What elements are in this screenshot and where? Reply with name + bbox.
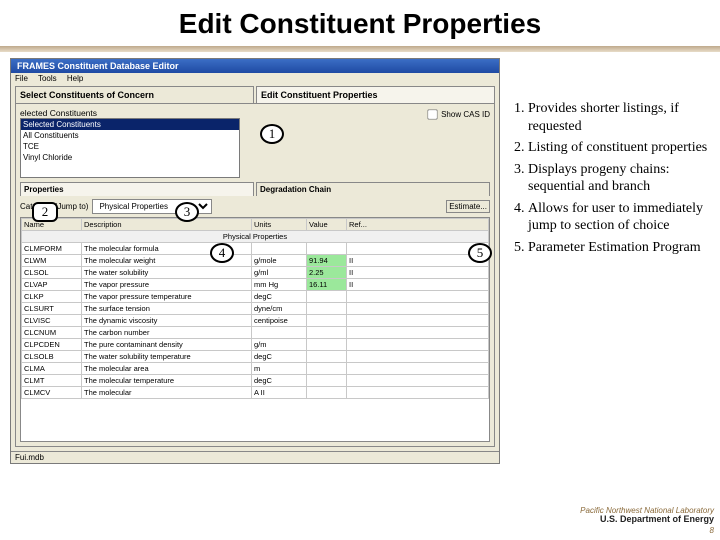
legend-item: Provides shorter listings, if requested xyxy=(528,100,713,135)
menu-help[interactable]: Help xyxy=(67,74,83,83)
col-value[interactable]: Value xyxy=(307,219,347,231)
legend: Provides shorter listings, if requested … xyxy=(508,100,713,260)
footer: Pacific Northwest National Laboratory U.… xyxy=(580,507,714,536)
table-row[interactable]: CLPCDENThe pure contaminant densityg/m xyxy=(22,339,489,351)
subtab-properties[interactable]: Properties xyxy=(20,182,254,196)
callout-4: 4 xyxy=(210,243,234,263)
table-row[interactable]: CLCNUMThe carbon number xyxy=(22,327,489,339)
list-item[interactable]: All Constituents xyxy=(21,130,239,141)
status-left: Fui.mdb xyxy=(15,453,44,462)
table-row[interactable]: CLMTThe molecular temperaturedegC xyxy=(22,375,489,387)
list-item[interactable]: TCE xyxy=(21,141,239,152)
legend-item: Listing of constituent properties xyxy=(528,139,713,157)
col-description[interactable]: Description xyxy=(82,219,252,231)
decorative-bar xyxy=(0,46,720,52)
tab-edit-properties[interactable]: Edit Constituent Properties xyxy=(256,86,495,103)
main-panel: elected Constituents Selected Constituen… xyxy=(15,103,495,447)
footer-doe: U.S. Department of Energy xyxy=(580,515,714,525)
app-window: FRAMES Constituent Database Editor File … xyxy=(10,58,500,464)
show-cas-checkbox[interactable]: Show CAS ID xyxy=(426,110,490,119)
legend-item: Parameter Estimation Program xyxy=(528,239,713,257)
table-row[interactable]: CLKPThe vapor pressure temperaturedegC xyxy=(22,291,489,303)
list-label: elected Constituents xyxy=(20,108,240,118)
list-item[interactable]: Vinyl Chloride xyxy=(21,152,239,163)
property-grid[interactable]: Name Description Units Value Ref... Phys… xyxy=(20,217,490,442)
page-number: 8 xyxy=(710,526,714,535)
estimate-button[interactable]: Estimate... xyxy=(446,200,490,213)
callout-5: 5 xyxy=(468,243,492,263)
list-item[interactable]: Selected Constituents xyxy=(21,119,239,130)
tab-select-constituents[interactable]: Select Constituents of Concern xyxy=(15,86,254,103)
callout-2: 2 xyxy=(32,202,58,222)
table-row[interactable]: CLMAThe molecular aream xyxy=(22,363,489,375)
table-row[interactable]: CLVAPThe vapor pressuremm Hg16.11II xyxy=(22,279,489,291)
callout-3: 3 xyxy=(175,202,199,222)
constituent-listbox[interactable]: Selected Constituents All Constituents T… xyxy=(20,118,240,178)
table-row[interactable]: CLMFORMThe molecular formula xyxy=(22,243,489,255)
table-row[interactable]: CLVISCThe dynamic viscositycentipoise xyxy=(22,315,489,327)
table-row[interactable]: CLSURTThe surface tensiondyne/cm xyxy=(22,303,489,315)
slide-title: Edit Constituent Properties xyxy=(0,0,720,42)
group-header: Physical Properties xyxy=(22,231,489,243)
menu-tools[interactable]: Tools xyxy=(38,74,57,83)
subtab-degradation-chain[interactable]: Degradation Chain xyxy=(256,182,490,196)
col-units[interactable]: Units xyxy=(252,219,307,231)
table-row[interactable]: CLWMThe molecular weightg/mole91.94II xyxy=(22,255,489,267)
menubar[interactable]: File Tools Help xyxy=(11,73,499,84)
col-ref[interactable]: Ref... xyxy=(347,219,489,231)
window-titlebar: FRAMES Constituent Database Editor xyxy=(11,59,499,73)
menu-file[interactable]: File xyxy=(15,74,28,83)
table-row[interactable]: CLSOLThe water solubilityg/ml2.25II xyxy=(22,267,489,279)
table-row[interactable]: CLSOLBThe water solubility temperaturede… xyxy=(22,351,489,363)
legend-item: Allows for user to immediately jump to s… xyxy=(528,200,713,235)
legend-item: Displays progeny chains: sequential and … xyxy=(528,161,713,196)
table-row[interactable]: CLMCVThe molecularA II xyxy=(22,387,489,399)
callout-1: 1 xyxy=(260,124,284,144)
